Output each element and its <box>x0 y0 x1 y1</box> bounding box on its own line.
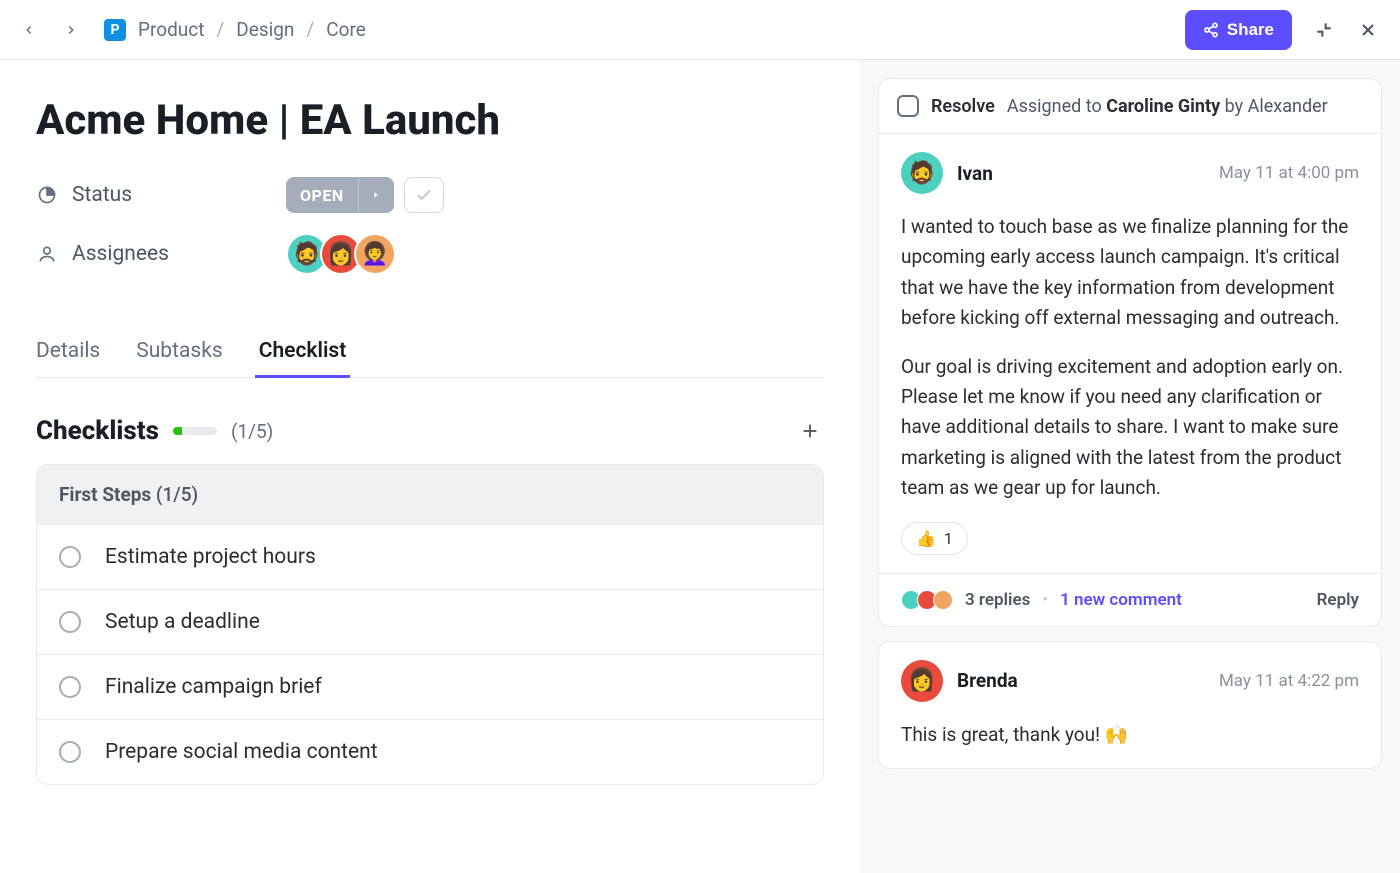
avatar[interactable]: 🧔 <box>901 152 943 194</box>
nav-back-button[interactable] <box>20 21 38 39</box>
checklists-title: Checklists <box>36 416 159 446</box>
page-title[interactable]: Acme Home | EA Launch <box>36 96 824 145</box>
assignees-field-label: Assignees <box>72 242 169 266</box>
person-icon <box>36 243 58 265</box>
checklist-checkbox[interactable] <box>59 741 81 763</box>
share-label: Share <box>1227 20 1274 40</box>
replies-count[interactable]: 3 replies <box>965 590 1030 610</box>
checklist-item-label: Prepare social media content <box>105 740 378 764</box>
breadcrumb-separator: / <box>216 18 224 41</box>
comment-thread-card: Resolve Assigned to Caroline Ginty by Al… <box>878 78 1382 627</box>
status-field-label: Status <box>72 183 132 207</box>
checklist-item-label: Finalize campaign brief <box>105 675 322 699</box>
comment-timestamp: May 11 at 4:22 pm <box>1219 671 1359 691</box>
comment-author[interactable]: Ivan <box>957 162 993 185</box>
checklist-checkbox[interactable] <box>59 546 81 568</box>
status-dropdown[interactable]: OPEN <box>286 177 394 213</box>
checklist-item[interactable]: Finalize campaign brief <box>37 654 823 719</box>
reaction-button[interactable]: 👍 1 <box>901 522 968 555</box>
comment-card: 👩 Brenda May 11 at 4:22 pm This is great… <box>878 641 1382 769</box>
task-detail-panel: Acme Home | EA Launch Status OPEN <box>0 60 860 873</box>
checklist-group: First Steps (1/5) Estimate project hours… <box>36 464 824 785</box>
complete-button[interactable] <box>404 177 444 213</box>
nav-forward-button[interactable] <box>62 21 80 39</box>
progress-fill <box>173 427 182 435</box>
share-button[interactable]: Share <box>1185 10 1292 50</box>
assignee-avatars[interactable]: 🧔 👩 👩‍🦱 <box>286 233 396 275</box>
tab-subtasks[interactable]: Subtasks <box>136 325 222 377</box>
comment-author[interactable]: Brenda <box>957 669 1018 692</box>
plus-icon <box>799 420 821 442</box>
avatar <box>933 590 953 610</box>
resolve-bar: Resolve Assigned to Caroline Ginty by Al… <box>879 79 1381 134</box>
avatar[interactable]: 👩‍🦱 <box>354 233 396 275</box>
status-next-icon[interactable] <box>358 177 394 213</box>
dot-separator: • <box>1042 590 1048 610</box>
comment-timestamp: May 11 at 4:00 pm <box>1219 163 1359 183</box>
checklist-item[interactable]: Setup a deadline <box>37 589 823 654</box>
check-icon <box>415 186 433 204</box>
resolve-checkbox[interactable] <box>897 95 919 117</box>
space-icon: P <box>104 19 126 41</box>
checklist-checkbox[interactable] <box>59 676 81 698</box>
comment-text: Our goal is driving excitement and adopt… <box>901 352 1359 504</box>
breadcrumb-item[interactable]: Core <box>326 18 366 41</box>
checklist-checkbox[interactable] <box>59 611 81 633</box>
breadcrumb-item[interactable]: Design <box>236 18 294 41</box>
new-comment-link[interactable]: 1 new comment <box>1060 590 1182 610</box>
reply-avatars <box>901 590 953 610</box>
comments-panel: Resolve Assigned to Caroline Ginty by Al… <box>860 60 1400 873</box>
checklist-item-label: Estimate project hours <box>105 545 316 569</box>
checklist-group-count: (1/5) <box>156 483 198 506</box>
checklist-group-name: First Steps <box>59 483 151 506</box>
tab-details[interactable]: Details <box>36 325 100 377</box>
tab-checklist[interactable]: Checklist <box>259 325 347 377</box>
reply-button[interactable]: Reply <box>1317 590 1359 610</box>
breadcrumb-item[interactable]: Product <box>138 18 204 41</box>
checklists-progress-count: (1/5) <box>231 420 273 443</box>
status-icon <box>36 184 58 206</box>
breadcrumb-separator: / <box>306 18 314 41</box>
checklists-progress-bar <box>173 427 217 435</box>
assigned-text: Assigned to Caroline Ginty by Alexander <box>1007 96 1328 117</box>
checklist-item[interactable]: Prepare social media content <box>37 719 823 784</box>
checklist-item[interactable]: Estimate project hours <box>37 524 823 589</box>
resolve-label[interactable]: Resolve <box>931 96 995 117</box>
assigned-to-name: Caroline Ginty <box>1106 96 1220 117</box>
reaction-count: 1 <box>944 529 953 548</box>
tabs: Details Subtasks Checklist <box>36 325 824 378</box>
comment: 🧔 Ivan May 11 at 4:00 pm I wanted to tou… <box>879 134 1381 573</box>
avatar[interactable]: 👩 <box>901 660 943 702</box>
checklist-item-label: Setup a deadline <box>105 610 260 634</box>
thread-footer: 3 replies • 1 new comment Reply <box>879 573 1381 626</box>
breadcrumb: P Product / Design / Core <box>104 18 366 41</box>
checklist-group-header[interactable]: First Steps (1/5) <box>37 465 823 524</box>
reaction-emoji: 👍 <box>916 529 936 548</box>
comment-text: I wanted to touch base as we finalize pl… <box>901 212 1359 334</box>
status-value: OPEN <box>286 186 358 205</box>
minimize-button[interactable] <box>1312 18 1336 42</box>
comment: 👩 Brenda May 11 at 4:22 pm This is great… <box>879 642 1381 768</box>
share-icon <box>1203 22 1219 38</box>
add-checklist-button[interactable] <box>796 417 824 445</box>
topbar: P Product / Design / Core Share <box>0 0 1400 60</box>
close-button[interactable] <box>1356 18 1380 42</box>
comment-text: This is great, thank you! 🙌 <box>901 720 1359 750</box>
